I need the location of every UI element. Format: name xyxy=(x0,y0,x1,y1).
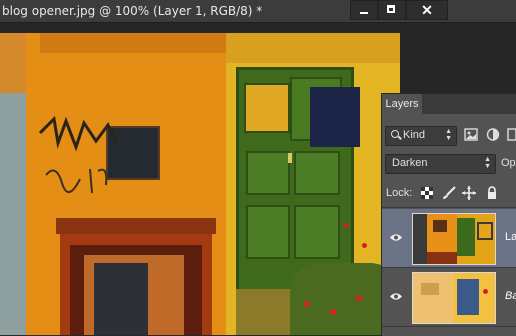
maximize-icon xyxy=(387,5,395,13)
document-title: blog opener.jpg @ 100% (Layer 1, RGB/8) … xyxy=(2,4,263,18)
layer-row-background[interactable]: Ba xyxy=(382,268,516,327)
type-filter-icon[interactable] xyxy=(507,128,516,141)
layer-name[interactable]: Ba xyxy=(505,290,516,302)
filter-kind-select[interactable]: Kind ▲ ▼ xyxy=(385,126,457,146)
lock-transparent-pixels-icon[interactable] xyxy=(420,186,434,200)
graffiti-marks xyxy=(38,115,118,194)
panel-divider xyxy=(382,207,516,208)
layer-row-layer-1[interactable]: Lay xyxy=(382,209,516,268)
lock-image-pixels-icon[interactable] xyxy=(442,186,456,200)
close-button[interactable]: ✕ xyxy=(406,0,448,20)
lock-all-icon[interactable] xyxy=(485,186,499,200)
opacity-label: Op xyxy=(501,157,516,169)
image-filter-icon[interactable] xyxy=(464,128,478,141)
panel-tab-bar: Layers xyxy=(382,94,516,115)
close-icon: ✕ xyxy=(421,2,433,18)
canvas-photo[interactable] xyxy=(0,33,400,335)
maximize-button[interactable] xyxy=(378,0,406,20)
lock-position-icon[interactable] xyxy=(462,186,476,200)
blend-mode-select[interactable]: Darken ▲ ▼ xyxy=(385,154,496,174)
adjustment-filter-icon[interactable] xyxy=(486,128,500,141)
up-down-arrows-icon: ▲ ▼ xyxy=(445,128,452,142)
minimize-icon xyxy=(360,12,368,14)
document-title-bar: blog opener.jpg @ 100% (Layer 1, RGB/8) … xyxy=(0,0,516,23)
tab-layers[interactable]: Layers xyxy=(382,94,422,115)
blend-mode-value: Darken xyxy=(392,157,428,169)
filter-kind-label: Kind xyxy=(403,129,426,141)
lock-label: Lock: xyxy=(386,187,413,199)
layer-thumbnail[interactable] xyxy=(412,213,496,265)
layer-thumbnail[interactable] xyxy=(412,272,496,324)
up-down-arrows-icon: ▲ ▼ xyxy=(484,156,491,170)
layers-panel: Layers Kind ▲ ▼ Darken ▲ ▼ Op Lock: La B xyxy=(381,93,516,336)
layer-name[interactable]: Lay xyxy=(505,231,516,243)
visibility-eye-icon[interactable] xyxy=(390,233,402,242)
visibility-eye-icon[interactable] xyxy=(390,292,402,301)
minimize-button[interactable] xyxy=(350,0,378,20)
search-icon xyxy=(391,130,399,138)
